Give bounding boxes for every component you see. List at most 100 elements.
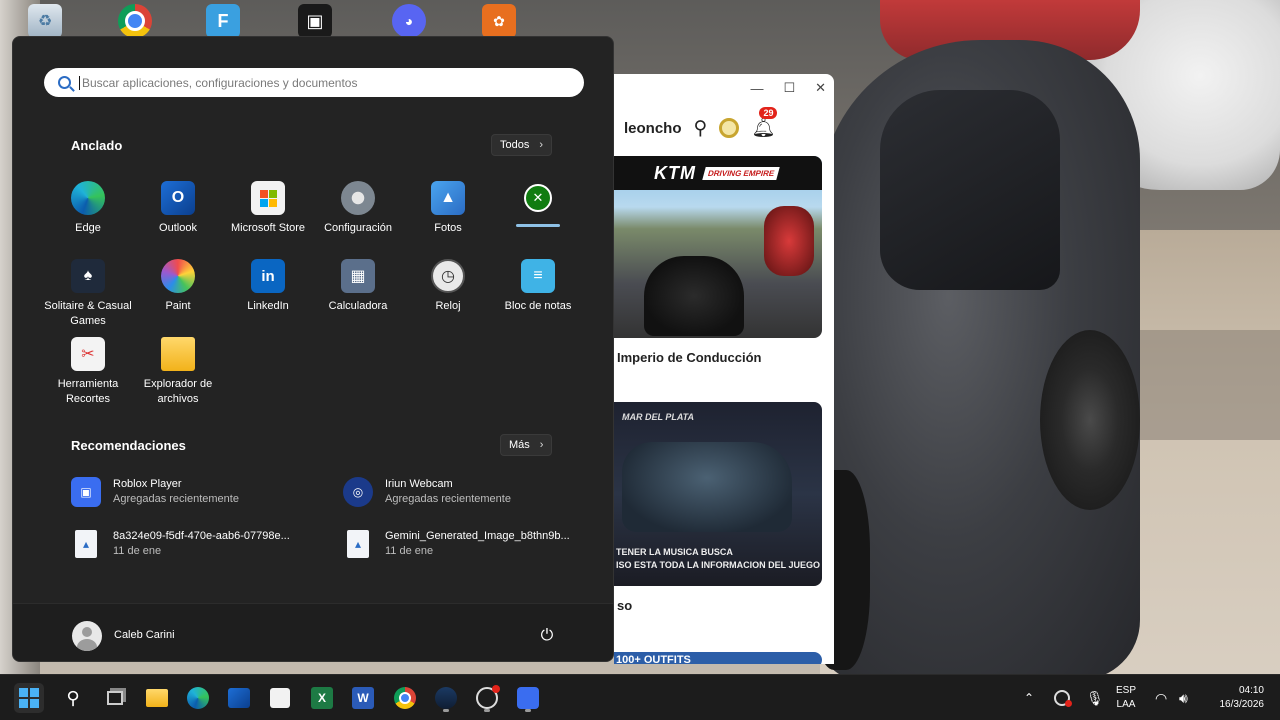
app-label: Reloj xyxy=(435,300,461,312)
power-icon[interactable]: ⏻ xyxy=(537,626,557,646)
recommendation-subtitle: 11 de ene xyxy=(385,545,434,557)
excel-taskbar-icon[interactable]: X xyxy=(307,683,337,713)
gear-icon xyxy=(341,181,375,215)
app-label: Paint xyxy=(165,300,191,312)
edge-taskbar-icon[interactable] xyxy=(183,683,213,713)
windows-logo-icon xyxy=(19,688,39,708)
game-card-mar-del-plata[interactable]: MAR DEL PLATA TENER LA MUSICA BUSCA ISO … xyxy=(614,402,822,586)
palette-icon xyxy=(161,259,195,293)
clock-date[interactable]: 04:10 16/3/2026 xyxy=(1204,675,1265,720)
pinned-app-configuracion[interactable]: Configuración xyxy=(313,181,403,236)
game-title[interactable]: so xyxy=(617,598,632,613)
cards-icon: ♠ xyxy=(71,259,105,293)
app-label: Calculadora xyxy=(328,300,388,312)
photos-icon: ▲ xyxy=(431,181,465,215)
robux-icon[interactable] xyxy=(719,118,740,138)
pinned-app-linkedin[interactable]: in LinkedIn xyxy=(223,259,313,314)
pinned-app-reloj[interactable]: ◷ Reloj xyxy=(403,259,493,314)
pinned-app-outlook[interactable]: O Outlook xyxy=(133,181,223,236)
recording-tray-icon[interactable] xyxy=(1054,675,1072,720)
start-menu: Anclado Todos › Edge O Outlook Microsoft… xyxy=(12,36,614,662)
pinned-app-paint[interactable]: Paint xyxy=(133,259,223,314)
avatar[interactable] xyxy=(72,621,102,651)
file-explorer-taskbar-icon[interactable] xyxy=(142,683,172,713)
chrome-desktop-icon[interactable] xyxy=(118,4,152,38)
game-card-outfits[interactable]: 100+ OUTFITS xyxy=(614,652,822,664)
start-button[interactable] xyxy=(14,683,44,713)
drag-indicator xyxy=(516,224,560,227)
recommendation-item[interactable]: ◎ Iriun Webcam Agregadas recientemente xyxy=(343,477,603,507)
roblox-taskbar-icon[interactable] xyxy=(513,683,543,713)
notepad-icon: ≡ xyxy=(521,259,555,293)
recommendation-item[interactable]: ▣ Roblox Player Agregadas recientemente xyxy=(71,477,331,507)
volume-icon[interactable]: 🔊︎ xyxy=(1179,675,1188,720)
pinned-section-title: Anclado xyxy=(71,138,123,153)
roblox-desktop-icon[interactable]: ▣ xyxy=(298,4,332,38)
minimize-icon[interactable]: — xyxy=(750,81,763,96)
pinned-app-recortes[interactable]: ✂ Herramienta Recortes xyxy=(43,337,133,407)
recommendation-item[interactable]: ▴ Gemini_Generated_Image_b8thn9b... 11 d… xyxy=(343,529,603,559)
image-file-icon: ▴ xyxy=(75,530,97,558)
app-label: Outlook xyxy=(159,222,197,234)
pinned-app-bloc-de-notas[interactable]: ≡ Bloc de notas xyxy=(493,259,583,314)
task-view-icon[interactable] xyxy=(100,683,130,713)
card-caption-line2: ISO ESTA TODA LA INFORMACION DEL JUEGO xyxy=(616,560,821,570)
recommendation-subtitle: Agregadas recientemente xyxy=(385,493,511,505)
files-desktop-icon[interactable]: F xyxy=(206,4,240,38)
app-label: Edge xyxy=(75,222,101,234)
app-label: Explorador de archivos xyxy=(143,378,213,405)
recommendation-name: Gemini_Generated_Image_b8thn9b... xyxy=(385,530,570,542)
taskbar-search-icon[interactable]: ⚲ xyxy=(58,683,88,713)
all-apps-button[interactable]: Todos › xyxy=(491,134,553,156)
wifi-icon[interactable]: ◠ xyxy=(1155,675,1167,720)
roblox-username[interactable]: leoncho xyxy=(624,120,682,137)
pinned-app-xbox[interactable]: ✕ xyxy=(493,181,583,227)
pinned-app-fotos[interactable]: ▲ Fotos xyxy=(403,181,493,236)
image-file-icon: ▴ xyxy=(347,530,369,558)
roblox-window: — ☐ ✕ leoncho ⚲ 🔔︎ 29 KTM DRIVING EMPIRE… xyxy=(614,74,834,664)
notification-badge: 29 xyxy=(759,107,778,119)
recommendation-item[interactable]: ▴ 8a324e09-f5df-470e-aab6-07798e... 11 d… xyxy=(71,529,331,559)
pinned-app-microsoft-store[interactable]: Microsoft Store xyxy=(223,181,313,236)
all-apps-label: Todos xyxy=(500,139,530,151)
maximize-icon[interactable]: ☐ xyxy=(783,80,795,96)
store-taskbar-icon[interactable] xyxy=(265,683,295,713)
steam-taskbar-icon[interactable] xyxy=(431,683,461,713)
scissors-icon: ✂ xyxy=(71,337,105,371)
game-title[interactable]: Imperio de Conducción xyxy=(617,350,761,365)
language-indicator[interactable]: ESP LAA xyxy=(1116,675,1136,720)
clock-date-text: 16/3/2026 xyxy=(1219,699,1265,710)
microphone-icon[interactable]: 🎙︎ xyxy=(1086,675,1104,720)
window-titlebar: — ☐ ✕ xyxy=(614,74,834,102)
notification-bell-icon[interactable]: 🔔︎ 29 xyxy=(751,107,778,140)
pinned-app-solitaire[interactable]: ♠ Solitaire & Casual Games xyxy=(43,259,133,329)
word-taskbar-icon[interactable]: W xyxy=(348,683,378,713)
more-recommendations-button[interactable]: Más › xyxy=(500,434,553,456)
card-brand: KTM xyxy=(654,162,696,183)
show-hidden-icons-chevron-up-icon[interactable]: ⌃ xyxy=(1024,675,1034,720)
language-code: ESP xyxy=(1116,685,1137,696)
clock-icon: ◷ xyxy=(431,259,465,293)
pinned-app-calculadora[interactable]: ▦ Calculadora xyxy=(313,259,403,314)
pinned-app-edge[interactable]: Edge xyxy=(43,181,133,236)
edge-icon xyxy=(71,181,105,215)
clock-time: 04:10 xyxy=(1238,685,1264,696)
discord-desktop-icon[interactable]: ◕ xyxy=(392,4,426,38)
xbox-icon: ✕ xyxy=(524,184,552,212)
close-icon[interactable]: ✕ xyxy=(815,80,826,96)
pinned-app-explorador[interactable]: Explorador de archivos xyxy=(133,337,223,407)
calculator-icon: ▦ xyxy=(341,259,375,293)
recommendation-name: 8a324e09-f5df-470e-aab6-07798e... xyxy=(113,530,290,542)
recorder-taskbar-icon[interactable] xyxy=(472,683,502,713)
user-name[interactable]: Caleb Carini xyxy=(114,629,175,641)
recommendations-section-title: Recomendaciones xyxy=(71,438,186,453)
recycle-bin-icon[interactable]: ♻ xyxy=(28,4,62,38)
outlook-icon: O xyxy=(161,181,195,215)
bear-app-desktop-icon[interactable]: ✿ xyxy=(482,4,516,38)
chrome-taskbar-icon[interactable] xyxy=(390,683,420,713)
start-search-input[interactable] xyxy=(79,75,559,90)
search-icon[interactable]: ⚲ xyxy=(694,117,708,140)
start-search-box[interactable] xyxy=(44,68,584,97)
outlook-taskbar-icon[interactable] xyxy=(224,683,254,713)
game-card-driving-empire[interactable]: KTM DRIVING EMPIRE xyxy=(614,156,822,338)
